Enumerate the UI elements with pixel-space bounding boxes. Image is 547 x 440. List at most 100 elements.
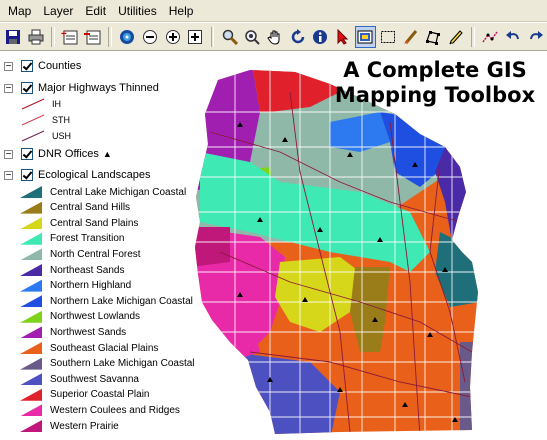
select-feature-button[interactable] [355, 25, 376, 48]
legend-item-landscape: Southeast Glacial Plains [20, 341, 158, 355]
map-canvas[interactable] [190, 52, 547, 440]
measure-icon [482, 31, 498, 42]
layer-visibility-checkbox[interactable] [21, 82, 33, 94]
select-rect-button[interactable] [378, 26, 399, 48]
layer-ecological-landscapes: − Ecological Landscapes [0, 167, 151, 183]
legend-label: Forest Transition [50, 233, 125, 245]
print-icon [28, 29, 44, 44]
measure-button[interactable] [480, 26, 501, 48]
remove-layer-icon [83, 30, 101, 44]
zoom-glass-button[interactable] [242, 26, 263, 48]
legend-item-landscape: Forest Transition [20, 232, 124, 246]
legend-label: Central Sand Hills [50, 202, 131, 214]
highway-line-symbol [21, 114, 45, 126]
legend-item-landscape: Northern Lake Michigan Coastal [20, 294, 193, 308]
select-arrow-button[interactable] [333, 26, 354, 48]
draw-brush-icon [403, 29, 417, 44]
landscape-color-swatch [20, 232, 42, 245]
print-button[interactable] [26, 26, 47, 48]
menu-utilities[interactable]: Utilities [112, 2, 163, 20]
pan-button[interactable] [265, 26, 286, 48]
remove-layer-button[interactable] [83, 26, 104, 48]
landscape-color-swatch [20, 420, 42, 432]
zoom-out-button[interactable] [140, 26, 161, 48]
menu-edit[interactable]: Edit [79, 2, 112, 20]
magnify-button[interactable] [219, 26, 240, 48]
legend-label: IH [52, 99, 61, 109]
dnr-office-marker-icon: ▲ [102, 149, 112, 159]
landscape-color-swatch [20, 264, 42, 276]
undo-button[interactable] [503, 26, 524, 48]
layer-label[interactable]: Counties [38, 60, 81, 72]
landscape-color-swatch [20, 279, 42, 292]
collapse-toggle[interactable]: − [4, 61, 13, 71]
legend-item-landscape: Southwest Savanna [20, 372, 139, 386]
identify-icon [313, 29, 328, 44]
layer-visibility-checkbox[interactable] [21, 169, 33, 181]
toolbar-separator [210, 26, 215, 47]
add-layer-icon: + [61, 29, 78, 44]
zoom-in-button[interactable] [162, 26, 183, 48]
draw-brush-button[interactable] [400, 26, 421, 48]
zoom-box-icon [188, 29, 203, 44]
layer-label[interactable]: DNR Offices [38, 148, 99, 160]
refresh-button[interactable] [287, 26, 308, 48]
menu-map[interactable]: Map [2, 2, 37, 20]
legend-label: Western Coulees and Ridges [50, 404, 180, 416]
save-button[interactable] [3, 26, 24, 48]
pencil-button[interactable] [446, 26, 467, 48]
add-layer-button[interactable]: + [60, 26, 81, 48]
layer-visibility-checkbox[interactable] [21, 60, 33, 72]
full-extent-icon [120, 29, 135, 44]
map-title-line2: Mapping Toolbox [334, 83, 536, 107]
legend-label: Northern Lake Michigan Coastal [50, 295, 193, 307]
legend-item-landscape: Western Prairie [20, 419, 119, 433]
zoom-glass-icon [245, 29, 261, 45]
toolbar-separator [471, 26, 476, 47]
collapse-toggle[interactable]: − [4, 83, 13, 93]
legend-label: Superior Coastal Plain [50, 389, 150, 401]
legend-item-landscape: Central Sand Plains [20, 216, 138, 230]
select-arrow-icon [337, 28, 349, 45]
legend-label: Southeast Glacial Plains [50, 342, 159, 354]
layer-label[interactable]: Major Highways Thinned [38, 82, 159, 94]
polygon-button[interactable] [423, 26, 444, 48]
refresh-icon [291, 28, 304, 43]
landscape-color-swatch [20, 201, 42, 214]
landscape-color-swatch [20, 388, 42, 401]
svg-text:+: + [61, 29, 67, 40]
undo-icon [505, 30, 519, 39]
redo-button[interactable] [525, 26, 546, 48]
zoom-box-button[interactable] [185, 26, 206, 48]
legend-label: USH [52, 131, 72, 141]
layer-visibility-checkbox[interactable] [21, 148, 33, 160]
landscape-color-swatch [20, 404, 42, 417]
landscape-color-swatch [20, 342, 42, 354]
legend-item-landscape: Western Coulees and Ridges [20, 403, 180, 417]
highway-line-symbol [21, 130, 45, 142]
layer-label[interactable]: Ecological Landscapes [38, 169, 151, 181]
legend-label: Southern Lake Michigan Coastal [50, 358, 195, 370]
legend-item-landscape: Central Lake Michigan Coastal [20, 185, 186, 199]
collapse-toggle[interactable]: − [4, 170, 13, 180]
landscape-color-swatch [20, 373, 42, 386]
polygon-icon [426, 30, 441, 45]
legend-item-sth: STH [20, 113, 70, 127]
pencil-icon [449, 29, 463, 44]
redo-icon [529, 30, 543, 39]
zoom-out-icon [143, 29, 158, 44]
highway-line-symbol [21, 98, 45, 110]
magnify-icon [222, 29, 238, 45]
toolbar-separator [51, 26, 56, 47]
legend-item-ih: IH [20, 97, 61, 111]
landscape-color-swatch [20, 357, 42, 370]
collapse-toggle[interactable]: − [4, 149, 13, 159]
menu-layer[interactable]: Layer [37, 2, 79, 20]
landscape-color-swatch [20, 310, 42, 323]
identify-button[interactable] [310, 26, 331, 48]
legend-item-ush: USH [20, 129, 71, 143]
toolbar-separator [108, 26, 113, 47]
menu-help[interactable]: Help [163, 2, 200, 20]
legend-item-landscape: Northwest Lowlands [20, 310, 140, 324]
full-extent-button[interactable] [117, 26, 138, 48]
